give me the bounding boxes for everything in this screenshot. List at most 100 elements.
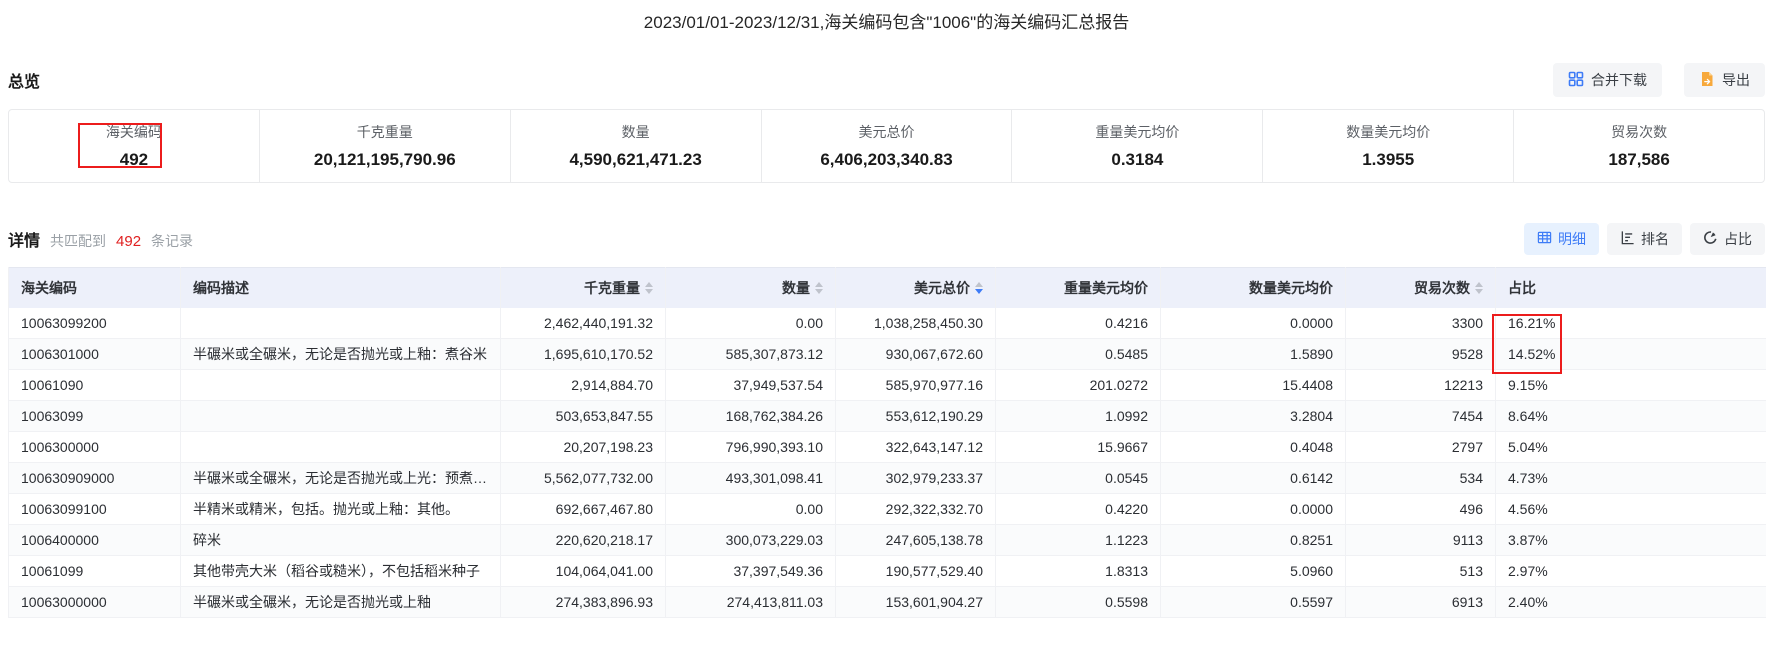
cell-占比: 2.97%	[1496, 556, 1766, 587]
page-title: 2023/01/01-2023/12/31,海关编码包含"1006"的海关编码汇…	[0, 0, 1773, 33]
column-header-美元总价[interactable]: 美元总价	[836, 268, 996, 308]
cell-数量: 274,413,811.03	[666, 587, 836, 618]
cell-千克重量: 220,620,218.17	[501, 525, 666, 556]
overview-card-label: 数量	[622, 122, 650, 142]
column-header-inner: 占比	[1508, 278, 1536, 298]
column-header-label: 海关编码	[21, 278, 77, 298]
cell-海关编码: 10063099100	[9, 494, 181, 525]
export-button[interactable]: 导出	[1684, 63, 1765, 97]
column-header-label: 数量美元均价	[1249, 278, 1333, 298]
cell-数量: 0.00	[666, 308, 836, 339]
cell-数量: 493,301,098.41	[666, 463, 836, 494]
cell-美元总价: 322,643,147.12	[836, 432, 996, 463]
column-header-label: 重量美元均价	[1064, 278, 1148, 298]
overview-card-label: 海关编码	[106, 122, 162, 142]
overview-card-label: 千克重量	[357, 122, 413, 142]
overview-card-label: 重量美元均价	[1095, 122, 1179, 142]
cell-海关编码: 1006301000	[9, 339, 181, 370]
overview-card-6: 数量美元均价1.3955	[1262, 110, 1513, 182]
cell-贸易次数: 2797	[1346, 432, 1496, 463]
toolbar-actions: 合并下载 导出	[1553, 63, 1765, 97]
merge-download-label: 合并下载	[1591, 70, 1647, 90]
cell-数量美元均价: 0.4048	[1161, 432, 1346, 463]
cell-重量美元均价: 0.4216	[996, 308, 1161, 339]
cell-编码描述: 半碾米或全碾米，无论是否抛光或上釉	[181, 587, 501, 618]
cell-占比: 5.04%	[1496, 432, 1766, 463]
report-page: 2023/01/01-2023/12/31,海关编码包含"1006"的海关编码汇…	[0, 0, 1773, 667]
cell-占比: 2.40%	[1496, 587, 1766, 618]
cell-数量美元均价: 0.5597	[1161, 587, 1346, 618]
cell-贸易次数: 7454	[1346, 401, 1496, 432]
cell-重量美元均价: 0.4220	[996, 494, 1161, 525]
column-header-数量美元均价: 数量美元均价	[1161, 268, 1346, 308]
cell-千克重量: 104,064,041.00	[501, 556, 666, 587]
sort-carets-icon	[1475, 282, 1483, 294]
cell-千克重量: 503,653,847.55	[501, 401, 666, 432]
column-header-千克重量[interactable]: 千克重量	[501, 268, 666, 308]
cell-数量: 37,949,537.54	[666, 370, 836, 401]
overview-panel: 海关编码492千克重量20,121,195,790.96数量4,590,621,…	[8, 109, 1765, 183]
cell-重量美元均价: 0.0545	[996, 463, 1161, 494]
sort-asc-icon	[975, 282, 983, 287]
table-row: 10061099其他带壳大米（稻谷或糙米），不包括稻米种子104,064,041…	[9, 556, 1766, 587]
cell-占比: 14.52%	[1496, 339, 1766, 370]
column-header-inner: 编码描述	[193, 278, 249, 298]
overview-card-label: 美元总价	[859, 122, 915, 142]
tab-明细[interactable]: 明细	[1524, 223, 1599, 255]
column-header-inner: 千克重量	[584, 278, 653, 298]
overview-card-value: 187,586	[1608, 150, 1669, 170]
match-prefix: 共匹配到	[50, 231, 106, 251]
cell-海关编码: 1006400000	[9, 525, 181, 556]
cell-千克重量: 2,462,440,191.32	[501, 308, 666, 339]
cell-千克重量: 274,383,896.93	[501, 587, 666, 618]
cell-重量美元均价: 1.8313	[996, 556, 1161, 587]
cell-数量: 300,073,229.03	[666, 525, 836, 556]
cell-海关编码: 10061090	[9, 370, 181, 401]
column-header-占比: 占比	[1496, 268, 1766, 308]
cell-重量美元均价: 201.0272	[996, 370, 1161, 401]
cell-重量美元均价: 0.5598	[996, 587, 1161, 618]
cell-海关编码: 10061099	[9, 556, 181, 587]
overview-card-4: 美元总价6,406,203,340.83	[761, 110, 1012, 182]
cell-编码描述: 其他带壳大米（稻谷或糙米），不包括稻米种子	[181, 556, 501, 587]
cell-海关编码: 1006300000	[9, 432, 181, 463]
overview-card-3: 数量4,590,621,471.23	[510, 110, 761, 182]
cell-重量美元均价: 15.9667	[996, 432, 1161, 463]
merge-download-button[interactable]: 合并下载	[1553, 63, 1662, 97]
cell-占比: 9.15%	[1496, 370, 1766, 401]
sort-carets-icon	[815, 282, 823, 294]
cell-编码描述: 碎米	[181, 525, 501, 556]
tab-占比[interactable]: 占比	[1690, 223, 1765, 255]
cell-美元总价: 585,970,977.16	[836, 370, 996, 401]
column-header-inner: 数量美元均价	[1249, 278, 1333, 298]
cell-编码描述: 半碾米或全碾米，无论是否抛光或上釉：煮谷米	[181, 339, 501, 370]
tab-排名[interactable]: 排名	[1607, 223, 1682, 255]
detail-table: 海关编码 编码描述 千克重量 数量美元总价 重量美元均价 数量美元均价贸易次数占比 1006…	[8, 267, 1766, 618]
tab-label: 占比	[1724, 229, 1752, 249]
cell-占比: 3.87%	[1496, 525, 1766, 556]
cell-数量美元均价: 1.5890	[1161, 339, 1346, 370]
cell-数量美元均价: 0.6142	[1161, 463, 1346, 494]
cell-数量美元均价: 0.8251	[1161, 525, 1346, 556]
match-suffix: 条记录	[151, 231, 193, 251]
column-header-inner: 重量美元均价	[1064, 278, 1148, 298]
table-header-row: 海关编码 编码描述 千克重量 数量美元总价 重量美元均价 数量美元均价贸易次数占比	[9, 268, 1766, 308]
overview-card-1: 海关编码492	[9, 110, 259, 182]
column-header-贸易次数[interactable]: 贸易次数	[1346, 268, 1496, 308]
overview-section-title: 总览	[8, 68, 40, 92]
cell-数量: 796,990,393.10	[666, 432, 836, 463]
cell-海关编码: 10063000000	[9, 587, 181, 618]
column-header-数量[interactable]: 数量	[666, 268, 836, 308]
cell-贸易次数: 534	[1346, 463, 1496, 494]
overview-card-value: 1.3955	[1362, 150, 1414, 170]
view-tabs: 明细排名 占比	[1524, 223, 1765, 255]
sort-desc-icon	[975, 289, 983, 294]
cell-美元总价: 1,038,258,450.30	[836, 308, 996, 339]
column-header-label: 千克重量	[584, 278, 640, 298]
export-icon	[1699, 71, 1715, 90]
table-row: 100630909000半碾米或全碾米，无论是否抛光或上光：预煮米除...5,5…	[9, 463, 1766, 494]
merge-download-icon	[1568, 71, 1584, 90]
cell-数量美元均价: 0.0000	[1161, 494, 1346, 525]
column-header-inner: 海关编码	[21, 278, 77, 298]
cell-数量: 168,762,384.26	[666, 401, 836, 432]
